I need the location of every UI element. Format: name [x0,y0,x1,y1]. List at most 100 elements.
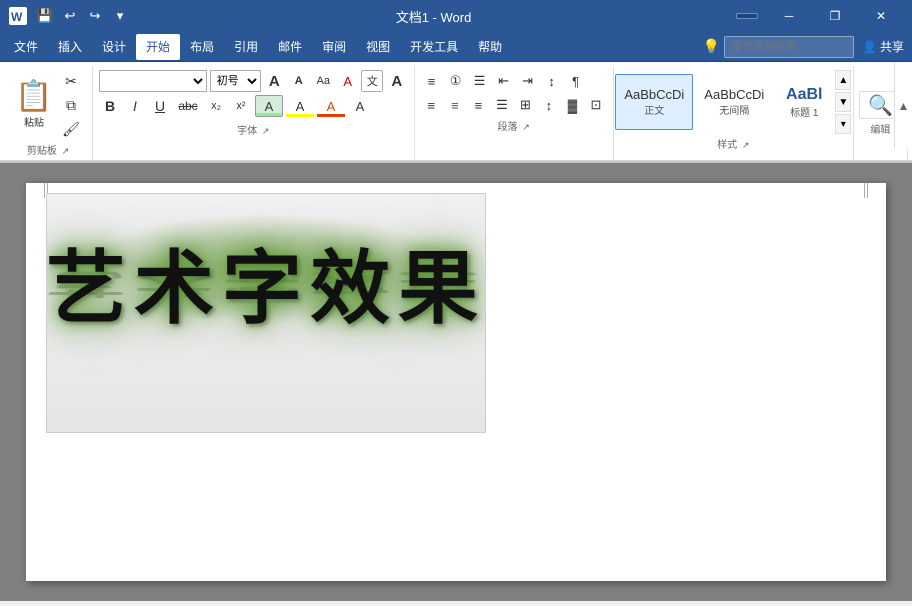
styles-scroll-down[interactable]: ▼ [835,92,851,112]
art-text-box[interactable]: 艺术字效果 艺术字效果 [46,193,486,433]
font-shrink-btn[interactable]: A [288,70,309,92]
para-row-1: ≡ ① ☰ ⇤ ⇥ ↕ ¶ [421,70,607,92]
styles-scroll-controls: ▲ ▼ ▾ [835,70,851,134]
font-color-btn[interactable]: A [317,95,345,117]
change-case-btn[interactable]: Aa [313,70,334,92]
redo-btn[interactable]: ↪ [84,5,106,27]
menu-home[interactable]: 开始 [136,34,180,60]
font-expand-icon[interactable]: ↗ [262,126,270,136]
style-heading1-label: 标题 1 [790,104,818,119]
styles-group: AaBbCcDi 正文 AaBbCcDi 无间隔 AaBl 标题 1 ▲ ▼ ▾ [614,66,854,160]
style-nospacing-label: 无间隔 [719,102,749,117]
numbered-list-btn[interactable]: ① [445,70,467,92]
subscript-button[interactable]: x₂ [205,95,227,117]
font-grow-btn[interactable]: A [264,70,285,92]
italic-button[interactable]: I [124,95,146,117]
style-no-spacing[interactable]: AaBbCcDi 无间隔 [695,74,773,130]
font-group: 初号 A A Aa A 文 A B I U abc x₂ x² [93,66,415,160]
style-normal[interactable]: AaBbCcDi 正文 [615,74,693,130]
font-family-select[interactable] [99,70,207,92]
menu-view[interactable]: 视图 [356,34,400,60]
highlight-color-bar [256,113,282,116]
para-label: 段落 ↗ [421,116,607,136]
show-marks-btn[interactable]: ¶ [565,70,587,92]
restore-btn[interactable]: ❐ [812,0,858,32]
line-spacing-btn[interactable]: ↕ [538,94,560,116]
menu-design[interactable]: 设计 [92,34,136,60]
document-title: 文档1 - Word [131,7,736,26]
close-btn[interactable]: ✕ [858,0,904,32]
style-heading1[interactable]: AaBl 标题 1 [775,74,833,130]
cut-button[interactable]: ✂ [58,70,84,92]
decrease-indent-btn[interactable]: ⇤ [493,70,515,92]
menu-layout[interactable]: 布局 [180,34,224,60]
styles-more-btn[interactable]: ▾ [835,114,851,134]
shading-para-btn[interactable]: ▓ [562,94,584,116]
document-area: 艺术字效果 艺术字效果 [0,163,912,601]
bullet-list-btn[interactable]: ≡ [421,70,443,92]
align-center-btn[interactable]: ≡ [444,94,466,116]
margin-marker-right-top [864,183,868,198]
paste-button[interactable]: 📋 粘贴 [12,70,56,140]
format-painter-button[interactable]: 🖌 [58,118,84,140]
multilevel-list-btn[interactable]: ☰ [469,70,491,92]
paste-icon: 📋 [15,82,52,112]
align-right-btn[interactable]: ≡ [468,94,490,116]
share-btn[interactable]: 👤 共享 [862,38,904,55]
justify-btn[interactable]: ☰ [491,94,513,116]
wubi-btn[interactable]: 文 [361,70,383,92]
underline-button[interactable]: U [149,95,171,117]
copy-button[interactable]: ⧉ [58,94,84,116]
ribbon: 📋 粘贴 ✂ ⧉ 🖌 剪贴板 ↗ [0,62,912,163]
emphasis-btn[interactable]: A [348,95,372,117]
font-row-1: 初号 A A Aa A 文 A [99,70,408,92]
lightbulb-icon: 💡 [703,38,720,55]
styles-scroll-up[interactable]: ▲ [835,70,851,90]
font-row-2: B I U abc x₂ x² A A A [99,95,408,117]
svg-text:W: W [11,10,23,24]
clipboard-expand-icon[interactable]: ↗ [62,146,70,156]
share-label: 共享 [880,38,904,55]
styles-expand-icon[interactable]: ↗ [742,140,750,150]
font-size-select[interactable]: 初号 [210,70,261,92]
clipboard-label: 剪贴板 ↗ [12,140,84,160]
strikethrough-button[interactable]: abc [174,95,202,117]
title-bar-left: W 💾 ↩ ↪ ▾ [8,5,131,27]
search-input[interactable] [724,36,854,58]
color-a-icon: A [327,99,336,114]
save-quick-btn[interactable]: 💾 [34,5,56,27]
minimize-btn[interactable]: ─ [766,0,812,32]
menu-developer[interactable]: 开发工具 [400,34,468,60]
menu-file[interactable]: 文件 [4,34,48,60]
login-button[interactable] [736,13,758,19]
style-normal-label: 正文 [644,102,664,117]
paragraph-group: ≡ ① ☰ ⇤ ⇥ ↕ ¶ ≡ ≡ ≡ ☰ ⊞ ↕ ▓ ⊡ [415,66,614,160]
undo-btn[interactable]: ↩ [59,5,81,27]
style-nospacing-preview: AaBbCcDi [704,87,764,102]
menu-insert[interactable]: 插入 [48,34,92,60]
font-label: 字体 ↗ [99,120,408,140]
menu-mailings[interactable]: 邮件 [268,34,312,60]
align-left-btn[interactable]: ≡ [421,94,443,116]
para-expand-icon[interactable]: ↗ [522,122,530,132]
columns-btn[interactable]: ⊞ [515,94,537,116]
font-shading-btn[interactable]: A [286,95,314,117]
customize-qa-btn[interactable]: ▾ [109,5,131,27]
word-icon: W [8,6,28,26]
menu-help[interactable]: 帮助 [468,34,512,60]
menu-review[interactable]: 审阅 [312,34,356,60]
big-a-btn[interactable]: A [386,70,407,92]
clear-format-btn[interactable]: A [337,70,358,92]
menu-references[interactable]: 引用 [224,34,268,60]
font-color-bar [317,114,345,117]
increase-indent-btn[interactable]: ⇥ [517,70,539,92]
para-row-2: ≡ ≡ ≡ ☰ ⊞ ↕ ▓ ⊡ [421,94,607,116]
sort-btn[interactable]: ↕ [541,70,563,92]
superscript-button[interactable]: x² [230,95,252,117]
title-bar-right: ─ ❐ ✕ [736,0,904,32]
border-btn[interactable]: ⊡ [585,94,607,116]
ribbon-collapse-btn[interactable]: ▲ [894,62,912,149]
bold-button[interactable]: B [99,95,121,117]
window-controls: ─ ❐ ✕ [766,0,904,32]
highlight-button[interactable]: A [255,95,283,117]
